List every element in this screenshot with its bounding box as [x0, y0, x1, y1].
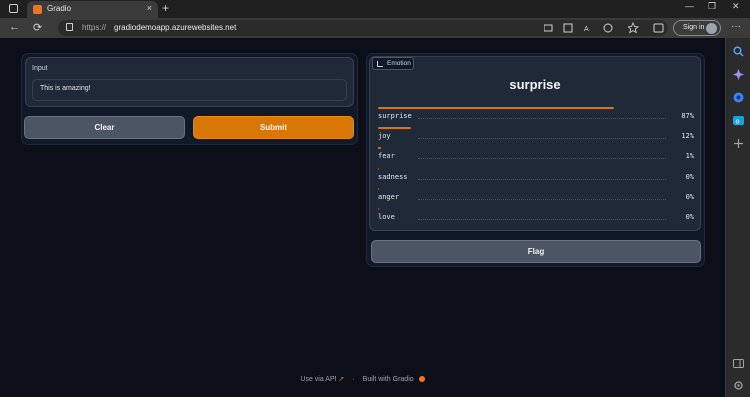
- confidence-bar: [378, 147, 381, 149]
- outlook-icon[interactable]: o: [733, 115, 744, 126]
- tab-gradio[interactable]: Gradio ×: [27, 1, 158, 18]
- confidence-label: anger: [378, 193, 400, 201]
- gradio-footer: Use via API ➚ · Built with Gradio: [0, 375, 725, 383]
- confidence-row[interactable]: joy 12%: [378, 127, 694, 147]
- url-host: gradiodemoapp.azurewebsites.net: [114, 23, 237, 32]
- flag-button[interactable]: Flag: [371, 240, 701, 263]
- confidence-row[interactable]: sadness 0%: [378, 168, 694, 188]
- gradio-logo-icon: [418, 376, 425, 383]
- footer-separator: ·: [352, 376, 355, 383]
- confidence-bar: [378, 168, 379, 170]
- predicted-label: surprise: [509, 77, 561, 92]
- copilot-icon[interactable]: [733, 69, 744, 80]
- confidence-row[interactable]: anger 0%: [378, 188, 694, 208]
- add-app-icon[interactable]: [733, 138, 744, 149]
- input-text-value: This is amazing!: [40, 85, 91, 92]
- browser-toolbar: ← ⟳ https:// gradiodemoapp.azurewebsites…: [0, 18, 750, 38]
- confidence-bar: [378, 188, 379, 190]
- confidence-value: 87%: [681, 112, 694, 120]
- confidence-label: love: [378, 213, 395, 221]
- confidence-row[interactable]: surprise 87%: [378, 107, 694, 127]
- confidence-value: 0%: [685, 173, 694, 181]
- sidebar-settings-icon[interactable]: [733, 380, 744, 391]
- lock-icon[interactable]: [66, 23, 73, 31]
- sign-in-label: Sign in: [683, 24, 705, 31]
- tab-title: Gradio: [47, 4, 72, 13]
- confidence-value: 0%: [685, 213, 694, 221]
- url-protocol: https://: [82, 23, 107, 32]
- dotted-leader: [418, 179, 666, 180]
- clear-button[interactable]: Clear: [24, 116, 185, 139]
- emotion-tag-label: Emotion: [387, 60, 411, 67]
- dotted-leader: [418, 219, 666, 220]
- search-icon[interactable]: [733, 46, 744, 57]
- browser-tab-strip: Gradio × + — ❐ ✕: [0, 0, 750, 18]
- confidence-value: 0%: [685, 193, 694, 201]
- edge-sidebar: o: [725, 38, 750, 397]
- shopping-icon[interactable]: [733, 92, 744, 103]
- input-label: Input: [32, 65, 48, 72]
- dotted-leader: [418, 138, 666, 139]
- svg-text:A: A: [584, 26, 589, 33]
- confidence-label: sadness: [378, 173, 408, 181]
- dotted-leader: [418, 158, 666, 159]
- rocket-icon: ➚: [338, 376, 345, 383]
- profile-avatar-icon: [706, 23, 717, 34]
- confidence-label: surprise: [378, 112, 412, 120]
- confidence-row[interactable]: love 0%: [378, 208, 694, 228]
- confidence-value: 1%: [685, 152, 694, 160]
- address-bar-actions-icon[interactable]: A: [544, 23, 614, 33]
- tab-close-icon[interactable]: ×: [147, 3, 152, 13]
- confidence-value: 12%: [681, 132, 694, 140]
- minimize-button[interactable]: —: [685, 1, 694, 11]
- svg-text:o: o: [736, 119, 740, 126]
- built-with-gradio-link[interactable]: Built with Gradio: [363, 376, 414, 383]
- dotted-leader: [418, 118, 666, 119]
- dotted-leader: [418, 199, 666, 200]
- confidence-bar: [378, 107, 615, 109]
- input-textbox[interactable]: This is amazing!: [32, 79, 347, 101]
- confidence-label: joy: [378, 132, 391, 140]
- confidence-bar: [378, 127, 411, 129]
- favorites-collections-icon[interactable]: [628, 22, 668, 34]
- label-chart-icon: [377, 61, 383, 67]
- refresh-button[interactable]: ⟳: [33, 21, 42, 34]
- address-bar[interactable]: https:// gradiodemoapp.azurewebsites.net…: [58, 20, 668, 36]
- window-menu-icon[interactable]: [9, 4, 18, 13]
- emotion-block-tag: Emotion: [372, 57, 414, 70]
- hide-sidebar-icon[interactable]: [733, 358, 744, 369]
- confidence-bar: [378, 208, 379, 210]
- sign-in-button[interactable]: Sign in: [673, 20, 721, 36]
- gradio-favicon-icon: [33, 5, 42, 14]
- confidence-row[interactable]: fear 1%: [378, 147, 694, 167]
- back-button[interactable]: ←: [9, 21, 20, 33]
- settings-more-button[interactable]: ···: [731, 21, 741, 32]
- use-via-api-link[interactable]: Use via API: [300, 376, 336, 383]
- submit-button[interactable]: Submit: [193, 116, 354, 139]
- restore-button[interactable]: ❐: [708, 1, 716, 12]
- close-window-button[interactable]: ✕: [732, 1, 740, 12]
- confidence-label: fear: [378, 152, 395, 160]
- new-tab-button[interactable]: +: [162, 1, 169, 15]
- input-textbox-block: Input This is amazing!: [25, 57, 354, 107]
